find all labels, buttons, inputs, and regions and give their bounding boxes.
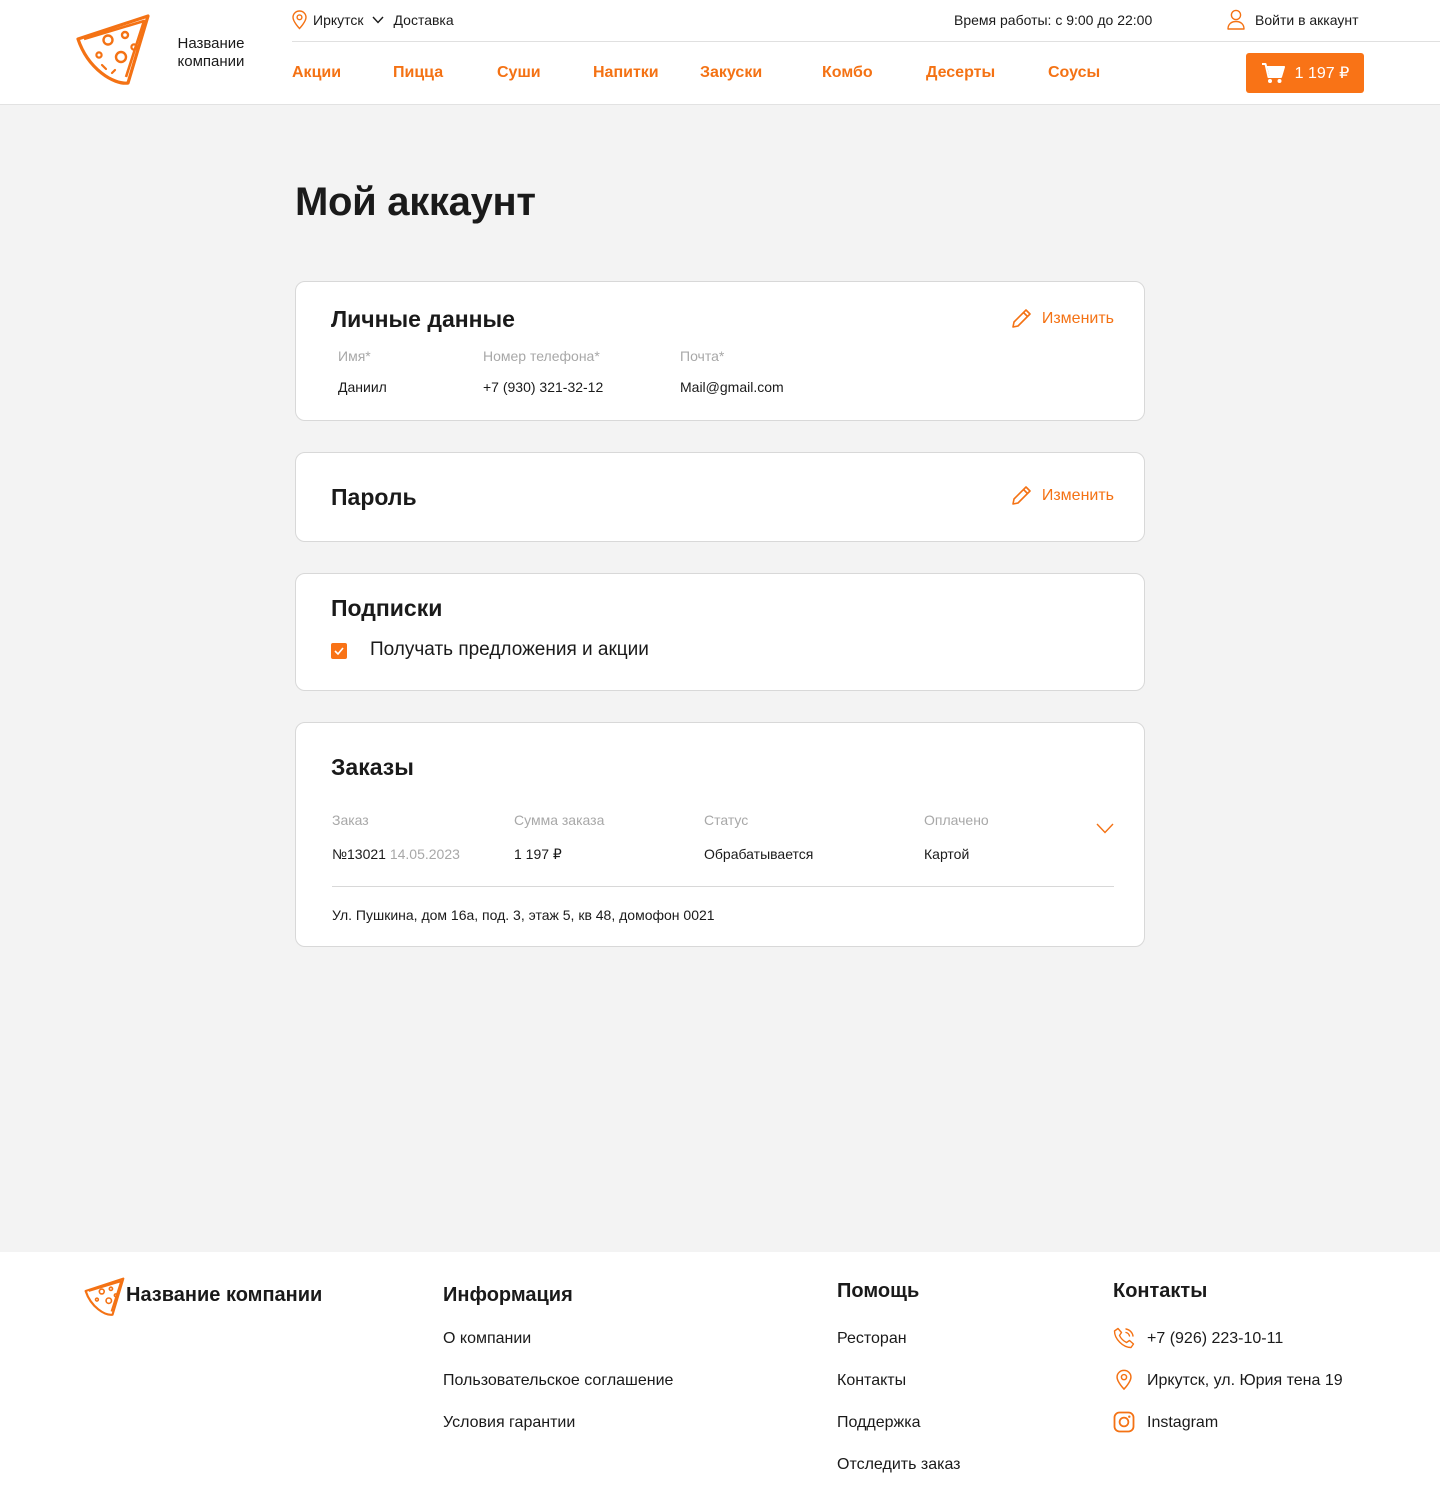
orders-title: Заказы: [331, 754, 414, 780]
cart-button[interactable]: 1 197 ₽: [1246, 53, 1364, 93]
nav-item-sushi[interactable]: Суши: [497, 64, 541, 82]
password-card: Пароль Изменить: [295, 452, 1145, 542]
city-label: Иркутск: [313, 12, 364, 28]
nav-item-drinks[interactable]: Напитки: [593, 64, 659, 82]
order-date: 14.05.2023: [389, 846, 460, 862]
order-number-value: №13021: [332, 846, 386, 862]
footer-link-about[interactable]: О компании: [443, 1330, 531, 1348]
order-status: Обрабатывается: [704, 846, 814, 862]
working-hours: Время работы: с 9:00 до 22:00: [954, 12, 1153, 28]
footer-link-restaurant[interactable]: Ресторан: [837, 1330, 907, 1348]
main-nav: Акции Пицца Суши Напитки Закуски Комбо Д…: [292, 64, 1112, 84]
checkmark-icon: [334, 647, 344, 655]
footer-link-warranty[interactable]: Условия гарантии: [443, 1414, 575, 1432]
edit-personal-label: Изменить: [1041, 309, 1114, 327]
edit-personal-button[interactable]: Изменить: [1011, 308, 1114, 329]
phone-label: Номер телефона*: [483, 348, 600, 364]
location-pin-icon: [292, 10, 307, 30]
order-address: Ул. Пушкина, дом 16а, под. 3, этаж 5, кв…: [332, 907, 715, 923]
nav-item-snacks[interactable]: Закуски: [700, 64, 762, 82]
footer-contacts-title: Контакты: [1113, 1280, 1208, 1302]
subscriptions-title: Подписки: [331, 595, 443, 621]
phone-value: +7 (930) 321-32-12: [483, 379, 604, 395]
paid-column-header: Оплачено: [924, 812, 989, 828]
order-number: №13021 14.05.2023: [332, 846, 460, 862]
edit-password-button[interactable]: Изменить: [1011, 485, 1114, 506]
chevron-down-icon: [371, 16, 384, 24]
order-sum: 1 197 ₽: [514, 846, 562, 862]
company-logo[interactable]: Название компании: [74, 13, 254, 91]
subscriptions-card: Подписки Получать предложения и акции: [295, 573, 1145, 691]
personal-data-card: Личные данные Изменить Имя* Даниил Номер…: [295, 281, 1145, 421]
delivery-label[interactable]: Доставка: [394, 12, 454, 28]
order-paid: Картой: [924, 846, 970, 862]
header-topbar: Иркутск Доставка Время работы: с 9:00 до…: [292, 0, 1440, 42]
site-header: Название компании Иркутск Доставка Время…: [0, 0, 1440, 105]
password-title: Пароль: [331, 484, 417, 510]
user-icon: [1227, 9, 1245, 30]
footer-company-name: Название компании: [126, 1284, 323, 1306]
location-pin-icon: [1116, 1369, 1132, 1391]
footer-link-track-order[interactable]: Отследить заказ: [837, 1456, 961, 1474]
cart-icon: [1261, 63, 1285, 83]
footer-link-contacts[interactable]: Контакты: [837, 1372, 906, 1390]
footer-address: Иркутск, ул. Юрия тена 19: [1147, 1372, 1343, 1389]
pizza-logo-icon[interactable]: [83, 1277, 127, 1319]
instagram-icon: [1113, 1411, 1135, 1433]
pizza-logo-icon: [76, 14, 150, 85]
nav-item-sauces[interactable]: Соусы: [1048, 64, 1100, 82]
login-label: Войти в аккаунт: [1255, 11, 1359, 28]
footer-phone[interactable]: +7 (926) 223-10-11: [1147, 1330, 1283, 1348]
login-button[interactable]: Войти в аккаунт: [1227, 9, 1359, 30]
email-label: Почта*: [680, 348, 725, 364]
personal-data-title: Личные данные: [331, 306, 515, 332]
nav-item-desserts[interactable]: Десерты: [926, 64, 995, 82]
name-value: Даниил: [338, 379, 387, 395]
pencil-icon: [1012, 486, 1031, 505]
footer-link-support[interactable]: Поддержка: [837, 1414, 920, 1432]
order-divider: [332, 886, 1114, 887]
name-label: Имя*: [338, 348, 371, 364]
company-name: Название компании: [177, 35, 245, 70]
email-value: Mail@gmail.com: [680, 379, 784, 395]
chevron-down-icon[interactable]: [1096, 823, 1114, 834]
cart-total: 1 197 ₽: [1294, 65, 1350, 82]
site-footer: Название компании Информация О компании …: [0, 1252, 1440, 1501]
nav-item-promotions[interactable]: Акции: [292, 64, 341, 82]
order-column-header: Заказ: [332, 812, 369, 828]
footer-help-title: Помощь: [837, 1280, 920, 1302]
footer-info-title: Информация: [443, 1284, 573, 1306]
offers-checkbox-label[interactable]: Получать предложения и акции: [370, 639, 649, 661]
sum-column-header: Сумма заказа: [514, 812, 605, 828]
offers-checkbox[interactable]: [331, 643, 347, 659]
page-title: Мой аккаунт: [295, 180, 536, 224]
orders-card: Заказы Заказ Сумма заказа Статус Оплачен…: [295, 722, 1145, 947]
city-selector[interactable]: Иркутск Доставка: [292, 10, 454, 30]
nav-item-pizza[interactable]: Пицца: [393, 64, 443, 82]
status-column-header: Статус: [704, 812, 749, 828]
phone-icon: [1113, 1327, 1135, 1349]
edit-password-label: Изменить: [1041, 486, 1114, 504]
footer-link-user-agreement[interactable]: Пользовательское соглашение: [443, 1372, 673, 1390]
pencil-icon: [1012, 309, 1031, 328]
nav-item-combo[interactable]: Комбо: [822, 64, 873, 82]
footer-instagram[interactable]: Instagram: [1147, 1414, 1218, 1432]
